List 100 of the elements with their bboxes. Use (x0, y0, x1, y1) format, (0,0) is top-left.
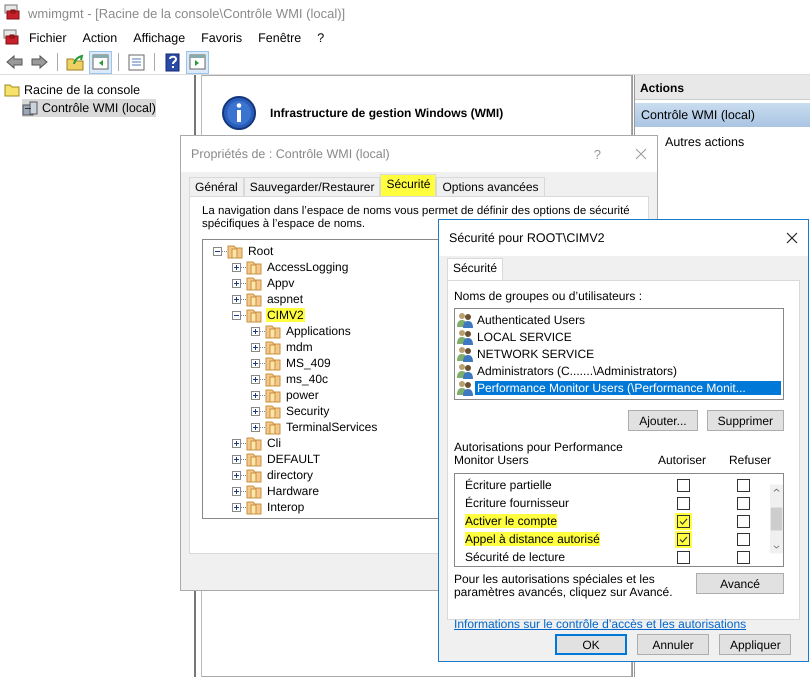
tree-item[interactable]: mdm (285, 340, 314, 354)
expand-icon[interactable] (232, 502, 241, 512)
permission-name: Appel à distance autorisé (465, 532, 600, 546)
heading: Infrastructure de gestion Windows (WMI) (270, 106, 504, 120)
folder-icon (246, 275, 262, 291)
collapse-icon[interactable] (213, 246, 222, 256)
button[interactable]: Supprimer (706, 410, 784, 431)
tree-item[interactable]: DEFAULT (266, 452, 322, 466)
back-icon (5, 52, 24, 72)
permission-name: Écriture partielle (465, 478, 553, 492)
folder-icon (265, 387, 281, 403)
tab[interactable]: Général (189, 177, 244, 196)
expand-icon[interactable] (251, 390, 260, 400)
checkbox[interactable] (677, 478, 690, 492)
expand-icon[interactable] (251, 326, 260, 336)
action-group-header[interactable]: Contrôle WMI (local) (635, 103, 810, 127)
folder-icon (246, 259, 262, 275)
folder-icon (246, 307, 262, 323)
list-item[interactable]: LOCAL SERVICE (475, 330, 574, 344)
menu-item[interactable]: ? (309, 31, 332, 45)
dialog-title: Propriétés de : Contrôle WMI (local) (191, 147, 391, 161)
checkbox[interactable] (737, 496, 750, 510)
checkbox[interactable] (677, 550, 690, 564)
tree-item[interactable]: Hardware (266, 484, 320, 498)
window-title: wmimgmt - [Racine de la console\Contrôle WMI (local)] (28, 6, 346, 20)
expand-icon[interactable] (251, 422, 260, 432)
users-icon (457, 312, 473, 328)
tree-item[interactable]: Cli (266, 436, 282, 450)
checkbox[interactable] (737, 550, 750, 564)
tree-item[interactable]: MS_409 (285, 356, 332, 370)
expand-icon[interactable] (251, 358, 260, 368)
tree-item[interactable]: Applications (285, 324, 352, 338)
toolbar-button[interactable] (186, 50, 209, 74)
expand-icon[interactable] (232, 262, 241, 272)
pane-icon (91, 52, 110, 72)
expand-icon[interactable] (232, 294, 241, 304)
tree-item[interactable]: Interop (266, 500, 306, 514)
tree-item[interactable]: ms_40c (285, 372, 330, 386)
tab[interactable]: Options avancées (436, 177, 545, 196)
tree-item[interactable]: Root (247, 244, 274, 258)
menu-item[interactable]: Action (74, 31, 126, 45)
button[interactable]: Appliquer (719, 634, 791, 655)
folder-icon (265, 323, 281, 339)
toolbar-button[interactable] (89, 50, 112, 74)
toolbox-icon (3, 29, 21, 47)
button[interactable]: Annuler (637, 634, 709, 655)
menu-item[interactable]: Affichage (125, 31, 194, 45)
folder-icon (4, 82, 20, 98)
checkbox[interactable] (677, 532, 690, 546)
permission-name: Activer le compte (465, 514, 558, 528)
button[interactable]: OK (555, 634, 627, 655)
expand-icon[interactable] (232, 470, 241, 480)
tab[interactable]: Sécurité (447, 258, 504, 280)
menu-item[interactable]: Favoris (193, 31, 250, 45)
expand-icon[interactable] (232, 438, 241, 448)
users-icon (457, 380, 473, 396)
description-text: La navigation dans l’espace de noms vous permet de définir des options de sécurité spécifiques à l’espace de noms. (202, 205, 631, 231)
folder-icon (265, 371, 281, 387)
menu-item[interactable]: Fichier (21, 31, 75, 45)
tree-item[interactable]: directory (266, 468, 314, 482)
tree-item[interactable]: power (285, 388, 320, 402)
tree-item[interactable]: Security (285, 404, 330, 418)
checkbox[interactable] (737, 478, 750, 492)
checkbox[interactable] (677, 514, 690, 528)
button[interactable]: Ajouter... (628, 410, 698, 431)
pane-title: Actions (635, 75, 810, 100)
tree-item[interactable]: Racine de la console (24, 83, 140, 97)
list-item[interactable]: Administrators (C.......\Administrators) (475, 364, 680, 378)
collapse-icon[interactable] (232, 310, 241, 320)
list-item[interactable]: Performance Monitor Users (\Performance Monit... (475, 380, 781, 394)
folder-icon (265, 355, 281, 371)
expand-icon[interactable] (251, 342, 260, 352)
expand-icon[interactable] (232, 278, 241, 288)
expand-icon[interactable] (251, 406, 260, 416)
checkbox[interactable] (737, 514, 750, 528)
menu-item[interactable]: Fenêtre (250, 31, 310, 45)
computer-icon (22, 100, 38, 116)
list-item[interactable]: NETWORK SERVICE (475, 346, 596, 360)
expand-icon[interactable] (232, 486, 241, 496)
checkbox[interactable] (737, 532, 750, 546)
dialog-title: Sécurité pour ROOT\CIMV2 (449, 231, 606, 245)
tree-item[interactable]: aspnet (266, 292, 304, 306)
list-item[interactable]: Authenticated Users (475, 312, 588, 326)
users-icon (457, 362, 473, 378)
expand-icon[interactable] (232, 454, 241, 464)
folder-icon (246, 467, 262, 483)
tree-item[interactable]: CIMV2 (266, 308, 305, 322)
close-icon[interactable] (786, 232, 798, 244)
tree-item[interactable]: AccessLogging (266, 260, 350, 274)
checkbox[interactable] (677, 496, 690, 510)
tree-item[interactable]: Appv (266, 276, 296, 290)
permission-name: Sécurité de lecture (465, 550, 566, 564)
tab[interactable]: Sécurité (380, 174, 436, 196)
button[interactable]: Avancé (696, 573, 784, 594)
expand-icon[interactable] (251, 374, 260, 384)
folder-icon (246, 483, 262, 499)
permission-name: Écriture fournisseur (465, 496, 570, 510)
tree-item[interactable]: TerminalServices (285, 420, 378, 434)
tab[interactable]: Sauvegarder/Restaurer (244, 177, 380, 196)
link[interactable]: Informations sur le contrôle d’accès et les autorisations (454, 617, 784, 631)
